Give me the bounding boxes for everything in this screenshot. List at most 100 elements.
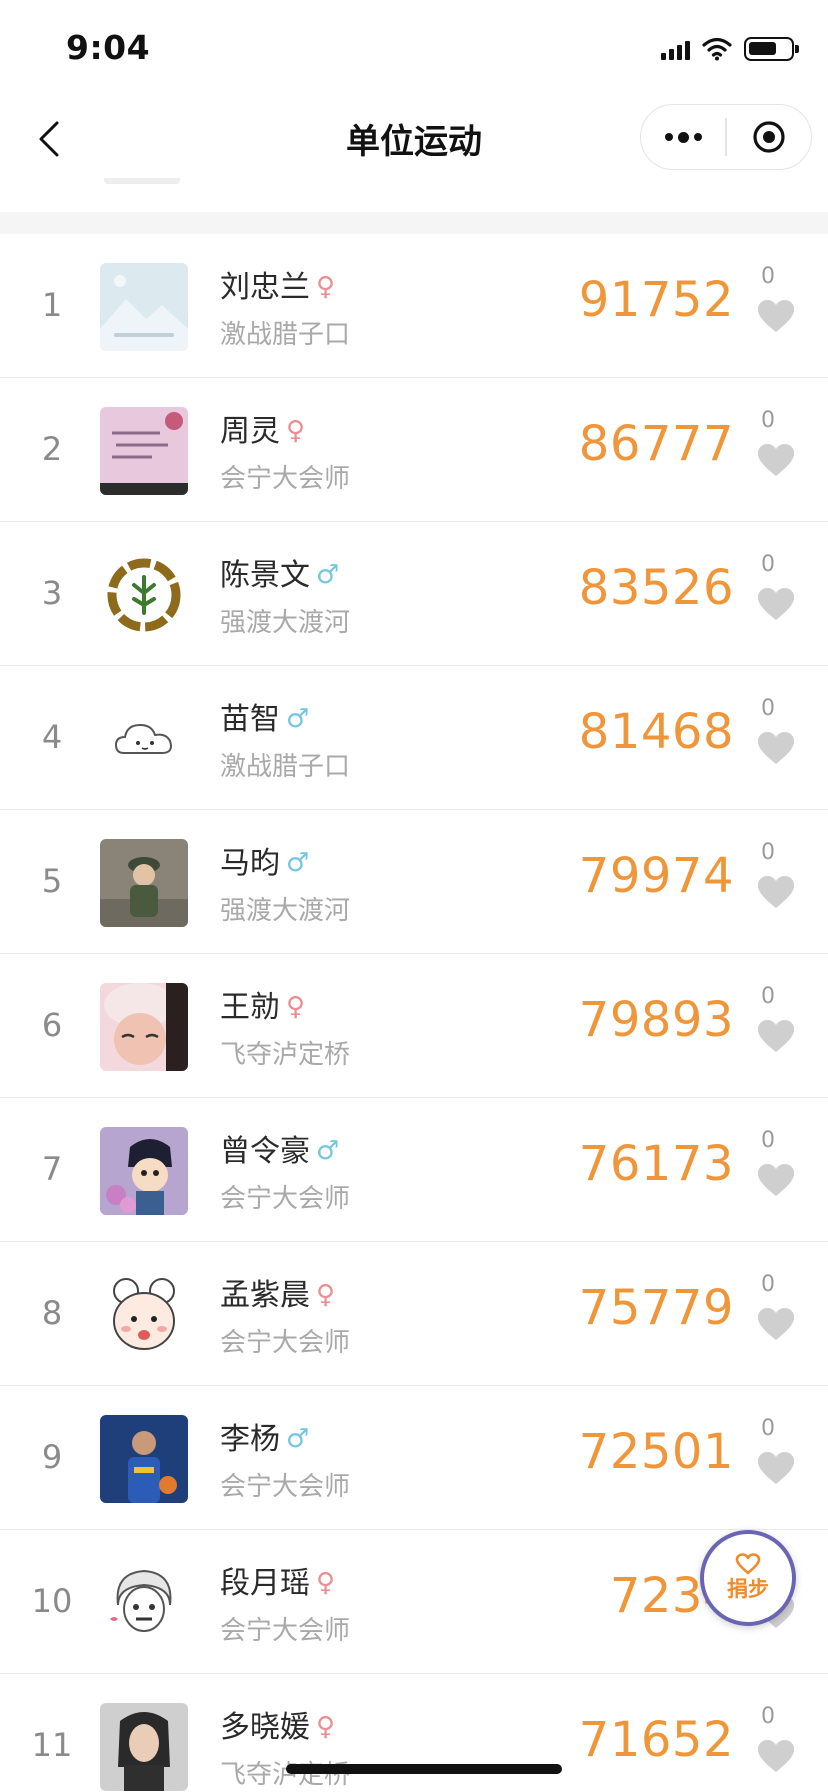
like-count: 0: [761, 840, 775, 865]
target-close-icon: [753, 121, 785, 153]
ranking-row[interactable]: 2 周灵 ♀ 会宁大会师 86777 0: [0, 378, 828, 522]
male-icon: ♂: [286, 704, 310, 734]
mini-program-capsule: [640, 104, 812, 170]
user-name: 刘忠兰 ♀: [220, 262, 335, 306]
user-name-text: 刘忠兰: [220, 270, 310, 305]
avatar[interactable]: [100, 263, 188, 351]
female-icon: ♀: [316, 272, 336, 302]
male-icon: ♂: [316, 1136, 340, 1166]
like-count: 0: [761, 552, 775, 577]
rank-number: 1: [41, 286, 63, 324]
female-icon: ♀: [316, 1280, 336, 1310]
step-count: 79893: [578, 992, 734, 1048]
section-divider: [0, 212, 828, 234]
user-name: 多晓媛 ♀: [220, 1702, 335, 1746]
user-name-text: 多晓媛: [220, 1710, 310, 1745]
female-icon: ♀: [286, 992, 306, 1022]
user-name-text: 苗智: [220, 702, 280, 737]
wifi-icon: [702, 37, 732, 61]
avatar[interactable]: [100, 1271, 188, 1359]
ranking-row[interactable]: 9 李杨 ♂ 会宁大会师 72501 0: [0, 1386, 828, 1530]
user-name: 曾令豪 ♂: [220, 1126, 339, 1170]
more-button[interactable]: [641, 105, 725, 169]
step-count: 86777: [578, 416, 734, 472]
heart-like-icon[interactable]: [756, 1306, 796, 1342]
ranking-row[interactable]: 8 孟紫晨 ♀ 会宁大会师 75779 0: [0, 1242, 828, 1386]
rank-number: 2: [41, 430, 63, 468]
user-name: 陈景文 ♂: [220, 550, 339, 594]
user-name: 周灵 ♀: [220, 406, 305, 450]
team-name: 强渡大渡河: [220, 608, 351, 638]
heart-like-icon[interactable]: [756, 1450, 796, 1486]
status-time: 9:04: [66, 28, 151, 67]
avatar[interactable]: [100, 407, 188, 495]
rank-number: 7: [41, 1150, 63, 1188]
like-count: 0: [761, 984, 775, 1009]
heart-like-icon[interactable]: [756, 298, 796, 334]
heart-like-icon[interactable]: [756, 1738, 796, 1774]
avatar[interactable]: [100, 1703, 188, 1791]
close-mini-program-button[interactable]: [727, 105, 811, 169]
heart-like-icon[interactable]: [756, 1018, 796, 1054]
user-name-text: 周灵: [220, 414, 280, 449]
rank-number: 10: [31, 1582, 73, 1620]
nav-bar: 单位运动: [0, 100, 828, 178]
avatar[interactable]: [100, 1559, 188, 1647]
ranking-row[interactable]: 10 段月瑶 ♀ 会宁大会师 7234: [0, 1530, 828, 1674]
ranking-row[interactable]: 6 王勍 ♀ 飞夺泸定桥 79893 0: [0, 954, 828, 1098]
user-name: 马昀 ♂: [220, 838, 309, 882]
heart-like-icon[interactable]: [756, 442, 796, 478]
avatar[interactable]: [100, 1127, 188, 1215]
ranking-row[interactable]: 11 多晓媛 ♀ 飞夺泸定桥 71652 0: [0, 1674, 828, 1792]
team-name: 会宁大会师: [220, 464, 351, 494]
male-icon: ♂: [286, 1424, 310, 1454]
user-name: 李杨 ♂: [220, 1414, 309, 1458]
rank-number: 11: [31, 1726, 73, 1764]
like-count: 0: [761, 696, 775, 721]
step-count: 83526: [578, 560, 734, 616]
heart-like-icon[interactable]: [756, 1162, 796, 1198]
avatar[interactable]: [100, 1415, 188, 1503]
female-icon: ♀: [286, 416, 306, 446]
rank-number: 5: [41, 862, 63, 900]
male-icon: ♂: [286, 848, 310, 878]
step-count: 81468: [578, 704, 734, 760]
step-count: 76173: [578, 1136, 734, 1192]
more-dots-icon: [664, 131, 702, 143]
ranking-row[interactable]: 7 曾令豪 ♂ 会宁大会师 76173 0: [0, 1098, 828, 1242]
user-name-text: 李杨: [220, 1422, 280, 1457]
user-name-text: 马昀: [220, 846, 280, 881]
donate-steps-button[interactable]: 捐步: [700, 1530, 796, 1626]
avatar[interactable]: [100, 839, 188, 927]
status-bar: 9:04: [0, 0, 828, 100]
user-name-text: 曾令豪: [220, 1134, 310, 1169]
heart-like-icon[interactable]: [756, 730, 796, 766]
team-name: 会宁大会师: [220, 1184, 351, 1214]
user-name: 王勍 ♀: [220, 982, 305, 1026]
step-count: 91752: [578, 272, 734, 328]
ranking-row[interactable]: 5 马昀 ♂ 强渡大渡河 79974 0: [0, 810, 828, 954]
ranking-row[interactable]: 3 陈景文 ♂ 强渡大渡河 83526 0: [0, 522, 828, 666]
ranking-row[interactable]: 4 苗智 ♂ 激战腊子口 81468 0: [0, 666, 828, 810]
team-name: 飞夺泸定桥: [220, 1040, 351, 1070]
ranking-row[interactable]: 1 刘忠兰 ♀ 激战腊子口 91752 0: [0, 234, 828, 378]
heart-like-icon[interactable]: [756, 874, 796, 910]
avatar[interactable]: [100, 695, 188, 783]
donate-label: 捐步: [727, 1577, 769, 1601]
female-icon: ♀: [316, 1712, 336, 1742]
heart-outline-icon: [735, 1553, 761, 1575]
user-name-text: 王勍: [220, 990, 280, 1025]
like-count: 0: [761, 1128, 775, 1153]
avatar[interactable]: [100, 983, 188, 1071]
cellular-signal-icon: [661, 38, 690, 60]
rank-number: 4: [41, 718, 63, 756]
like-count: 0: [761, 408, 775, 433]
female-icon: ♀: [316, 1568, 336, 1598]
heart-like-icon[interactable]: [756, 586, 796, 622]
user-name-text: 陈景文: [220, 558, 310, 593]
step-count: 71652: [578, 1712, 734, 1768]
team-name: 会宁大会师: [220, 1328, 351, 1358]
avatar[interactable]: [100, 551, 188, 639]
like-count: 0: [761, 1272, 775, 1297]
rank-number: 3: [41, 574, 63, 612]
